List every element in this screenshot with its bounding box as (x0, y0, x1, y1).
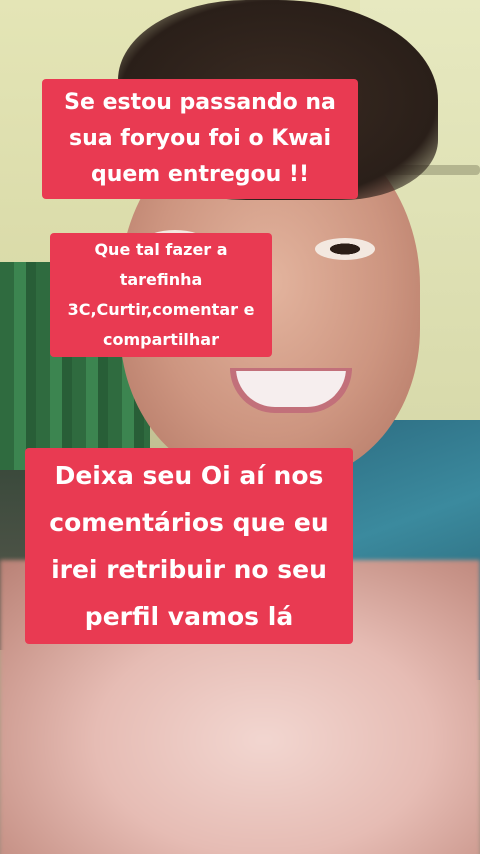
caption-middle: Que tal fazer a tarefinha 3C,Curtir,come… (50, 233, 272, 357)
caption-bottom: Deixa seu Oi aí nos comentários que eu i… (25, 448, 353, 644)
right-eye (315, 238, 375, 260)
caption-top: Se estou passando na sua foryou foi o Kw… (42, 79, 358, 199)
